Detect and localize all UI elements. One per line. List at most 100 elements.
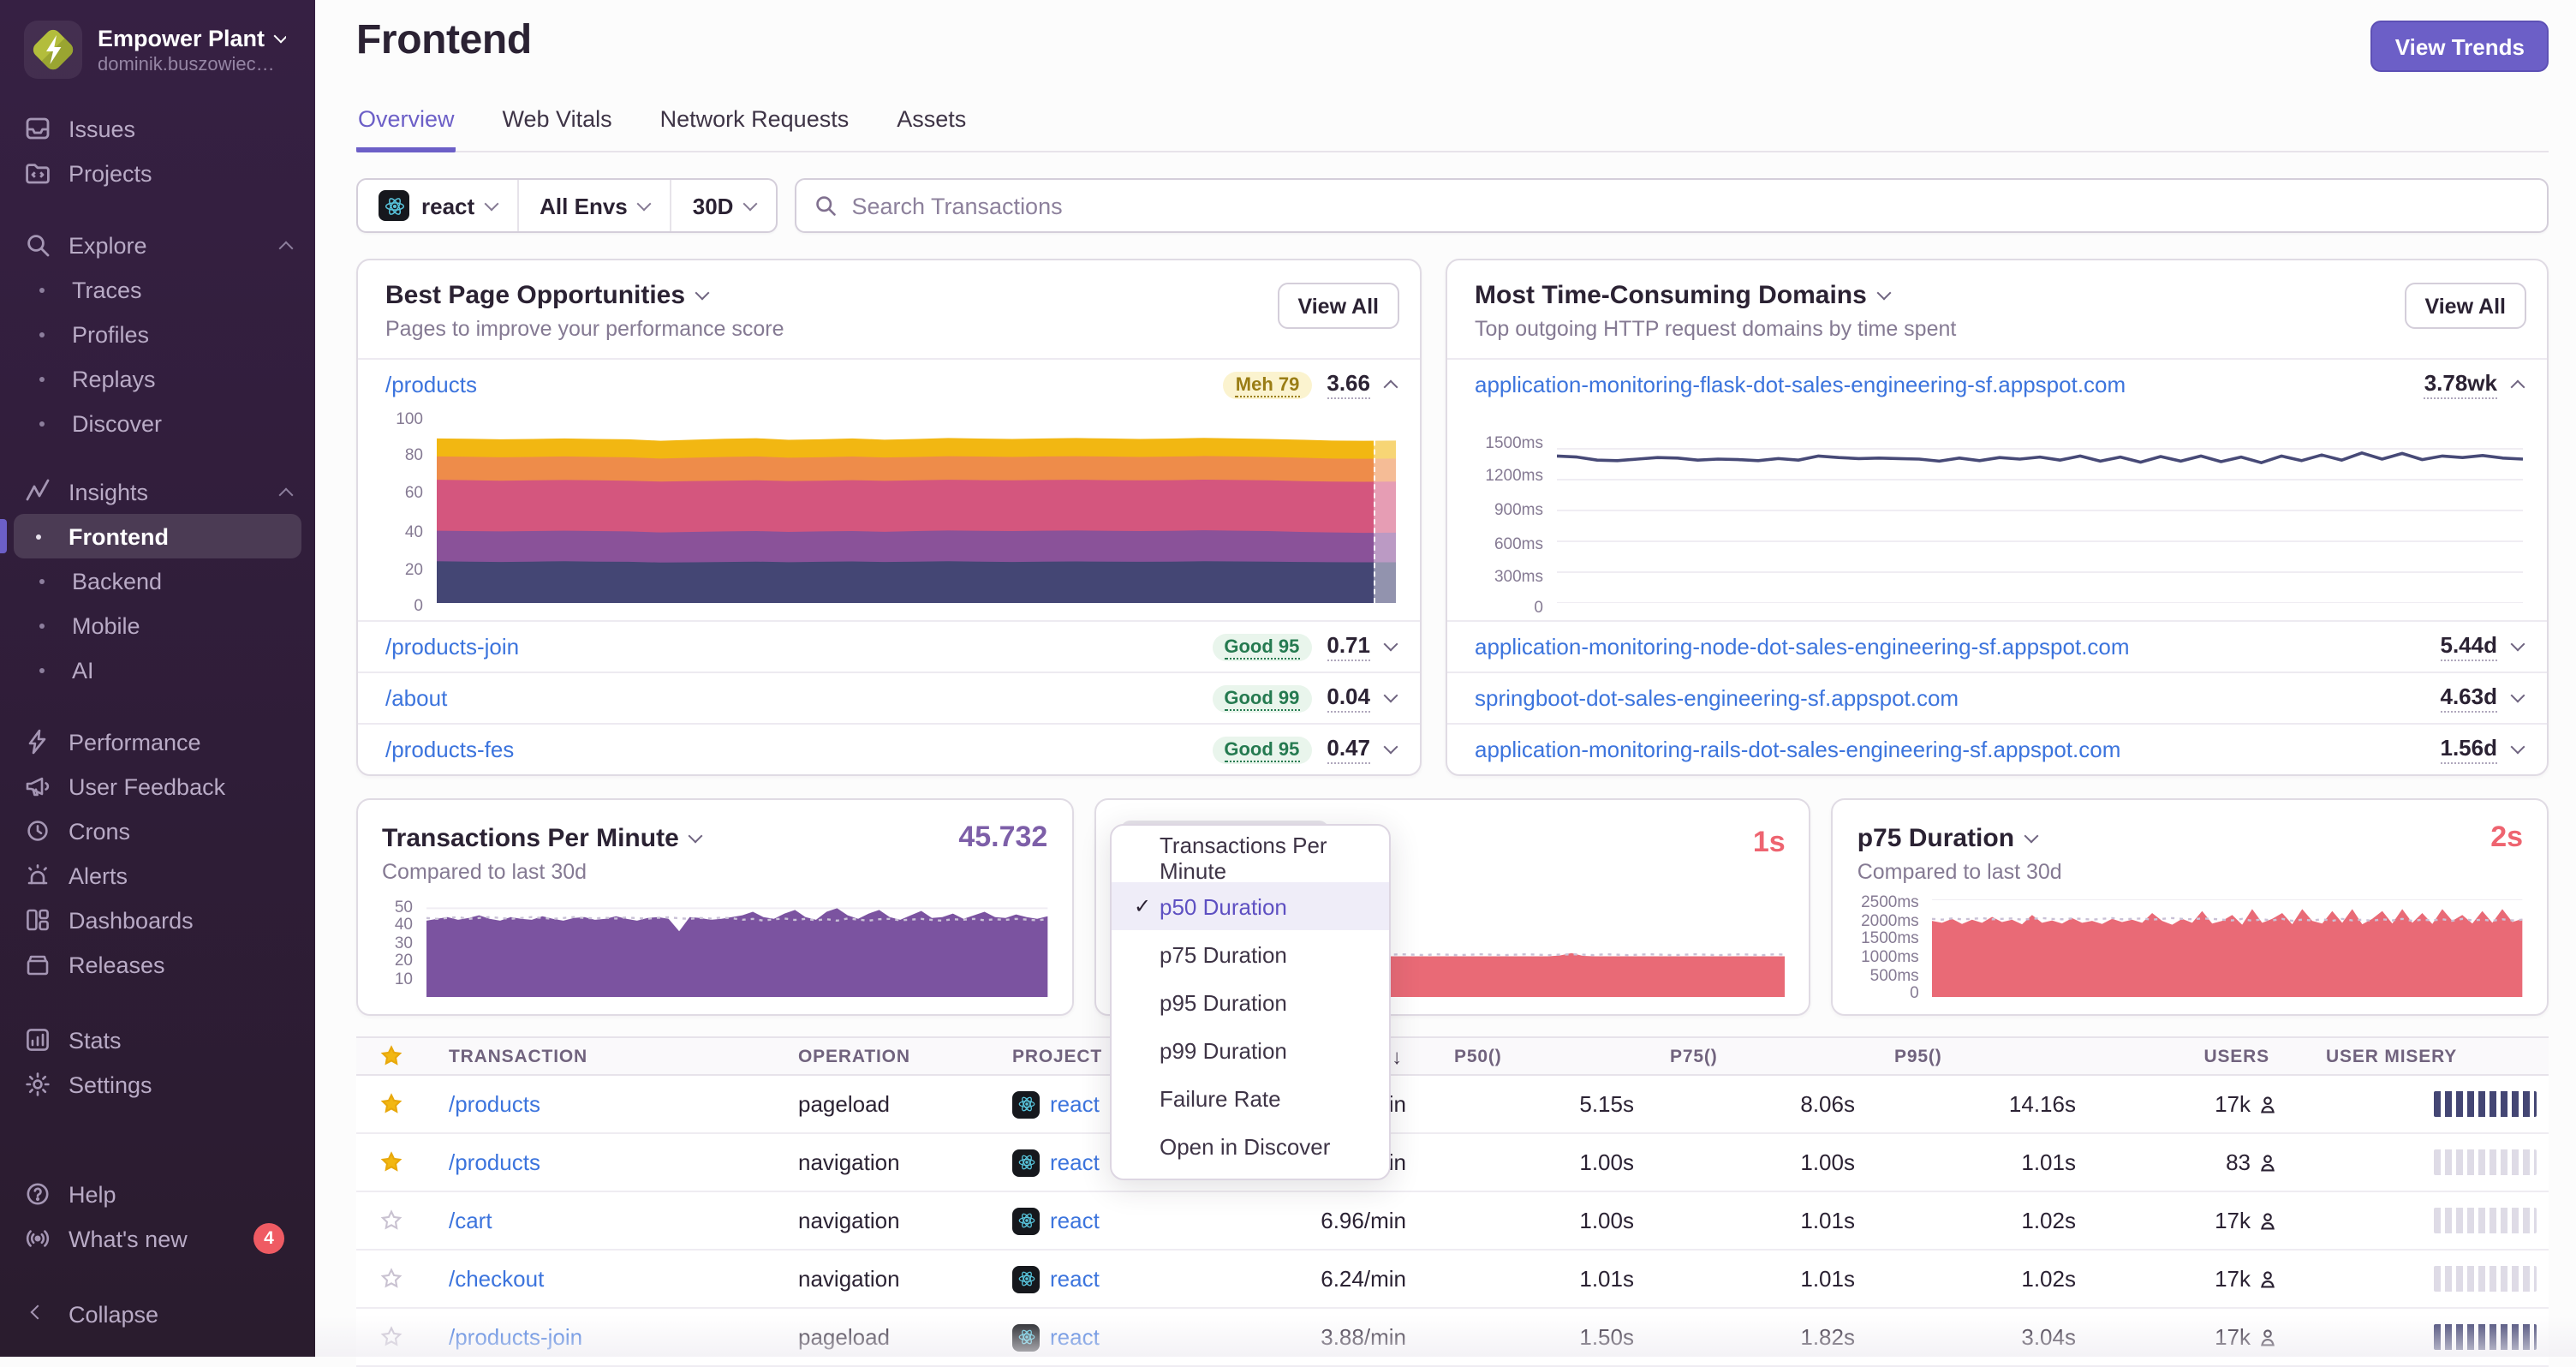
domain-duration-chart[interactable]: 1500ms 1200ms 900ms 600ms 300ms 0 — [1475, 416, 2523, 618]
menu-item-open-in-discover[interactable]: Open in Discover — [1112, 1122, 1389, 1170]
best-pages-title-dropdown[interactable]: Best Page Opportunities — [385, 281, 1392, 310]
sidebar-collapse-button[interactable]: Collapse — [0, 1292, 315, 1336]
search-input[interactable] — [851, 193, 2530, 218]
tab-overview[interactable]: Overview — [356, 99, 456, 152]
project-link[interactable]: react — [1050, 1266, 1100, 1292]
collapse-row-icon[interactable] — [1383, 379, 1398, 395]
project-filter[interactable]: react — [358, 180, 517, 231]
domain-link[interactable]: application-monitoring-rails-dot-sales-e… — [1475, 737, 2120, 762]
sidebar-item-mobile[interactable]: Mobile — [0, 603, 315, 648]
page-row-expanded[interactable]: /products Meh 79 3.66 — [358, 358, 1420, 409]
transaction-link[interactable]: /products — [449, 1149, 540, 1175]
tpm-metric-dropdown[interactable]: Transactions Per Minute — [382, 823, 704, 852]
domain-row-expanded[interactable]: application-monitoring-flask-dot-sales-e… — [1447, 358, 2547, 409]
sidebar-item-help[interactable]: Help — [0, 1172, 315, 1216]
star-toggle[interactable] — [379, 1093, 402, 1115]
sidebar-item-releases[interactable]: Releases — [0, 942, 315, 987]
sidebar-item-backend[interactable]: Backend — [0, 558, 315, 603]
expand-row-icon[interactable] — [1383, 688, 1398, 703]
menu-item-p50[interactable]: ✓ p50 Duration — [1112, 882, 1389, 930]
expand-row-icon[interactable] — [1383, 636, 1398, 652]
domain-link[interactable]: springboot-dot-sales-engineering-sf.apps… — [1475, 685, 1959, 711]
menu-item-p95[interactable]: p95 Duration — [1112, 978, 1389, 1026]
expand-row-icon[interactable] — [2510, 739, 2525, 755]
collapse-row-icon[interactable] — [2510, 379, 2525, 395]
transaction-link[interactable]: /cart — [449, 1208, 492, 1233]
header-transaction[interactable]: TRANSACTION — [425, 1046, 784, 1066]
page-row[interactable]: /products-fes Good 95 0.47 — [358, 723, 1420, 774]
environment-filter[interactable]: All Envs — [517, 180, 671, 231]
header-user-misery[interactable]: USER MISERY — [2292, 1046, 2549, 1066]
tab-assets[interactable]: Assets — [895, 99, 968, 152]
star-toggle[interactable] — [379, 1268, 402, 1290]
sidebar-item-frontend[interactable]: Frontend — [0, 514, 301, 558]
transaction-link[interactable]: /products — [449, 1091, 540, 1117]
sidebar-item-replays[interactable]: Replays — [0, 356, 315, 401]
sidebar-item-user-feedback[interactable]: User Feedback — [0, 764, 315, 809]
sidebar-item-settings[interactable]: Settings — [0, 1062, 315, 1107]
expand-row-icon[interactable] — [1383, 739, 1398, 755]
domains-title-dropdown[interactable]: Most Time-Consuming Domains — [1475, 281, 2519, 310]
table-row[interactable]: /checkout navigation react 6.24/min 1.01s 1.0… — [356, 1251, 2549, 1309]
menu-item-failure-rate[interactable]: Failure Rate — [1112, 1074, 1389, 1122]
tab-web-vitals[interactable]: Web Vitals — [501, 99, 614, 152]
sidebar-item-performance[interactable]: Performance — [0, 719, 315, 764]
view-trends-button[interactable]: View Trends — [2370, 21, 2549, 72]
domain-link[interactable]: application-monitoring-node-dot-sales-en… — [1475, 634, 2130, 660]
star-toggle[interactable] — [379, 1326, 402, 1348]
sidebar-item-dashboards[interactable]: Dashboards — [0, 898, 315, 942]
org-switcher[interactable]: Empower Plant dominik.buszowiec… — [0, 0, 315, 106]
sidebar-item-traces[interactable]: Traces — [0, 267, 315, 312]
project-link[interactable]: react — [1050, 1149, 1100, 1175]
domains-view-all-button[interactable]: View All — [2404, 283, 2526, 329]
header-p75[interactable]: P75() — [1648, 1046, 1869, 1066]
header-operation[interactable]: OPERATION — [784, 1046, 999, 1066]
table-row[interactable]: /products-join pageload react 3.88/min 1.50s… — [356, 1309, 2549, 1367]
domain-row[interactable]: springboot-dot-sales-engineering-sf.apps… — [1447, 672, 2547, 723]
web-vitals-stacked-chart[interactable]: 100 80 60 40 20 0 — [385, 411, 1396, 615]
sidebar-item-whats-new[interactable]: What's new 4 — [0, 1216, 315, 1261]
expand-row-icon[interactable] — [2510, 636, 2525, 652]
header-p95[interactable]: P95() — [1869, 1046, 2090, 1066]
header-users[interactable]: USERS — [2090, 1046, 2292, 1066]
table-row[interactable]: /products navigation react in 1.00s 1.00s 1.01… — [356, 1134, 2549, 1192]
p75-metric-dropdown[interactable]: p75 Duration — [1857, 823, 2039, 852]
domain-row[interactable]: application-monitoring-rails-dot-sales-e… — [1447, 723, 2547, 774]
menu-item-p99[interactable]: p99 Duration — [1112, 1026, 1389, 1074]
star-toggle[interactable] — [379, 1209, 402, 1232]
star-toggle[interactable] — [379, 1151, 402, 1173]
sidebar-section-explore[interactable]: Explore — [0, 223, 315, 267]
project-link[interactable]: react — [1050, 1208, 1100, 1233]
sidebar-item-stats[interactable]: Stats — [0, 1018, 315, 1062]
transaction-link[interactable]: /products-fes — [385, 737, 514, 762]
header-p50[interactable]: P50() — [1420, 1046, 1648, 1066]
page-row[interactable]: /products-join Good 95 0.71 — [358, 620, 1420, 672]
sidebar-item-issues[interactable]: Issues — [0, 106, 315, 151]
menu-item-p75[interactable]: p75 Duration — [1112, 930, 1389, 978]
transaction-link[interactable]: /products-join — [385, 634, 519, 660]
sidebar-item-profiles[interactable]: Profiles — [0, 312, 315, 356]
p75-chart[interactable]: 2500ms 2000ms 1500ms 1000ms 500ms 0 — [1857, 894, 2524, 1004]
transaction-link[interactable]: /products-join — [449, 1324, 582, 1350]
sidebar-section-insights[interactable]: Insights — [0, 469, 315, 514]
best-pages-view-all-button[interactable]: View All — [1277, 283, 1399, 329]
sidebar-item-discover[interactable]: Discover — [0, 401, 315, 445]
sidebar-item-crons[interactable]: Crons — [0, 809, 315, 853]
domain-row[interactable]: application-monitoring-node-dot-sales-en… — [1447, 620, 2547, 672]
sidebar-item-ai[interactable]: AI — [0, 648, 315, 692]
transaction-link[interactable]: /products — [385, 372, 477, 397]
sidebar-item-projects[interactable]: Projects — [0, 151, 315, 195]
date-range-filter[interactable]: 30D — [670, 180, 777, 231]
star-column-icon[interactable] — [379, 1045, 402, 1067]
transaction-link[interactable]: /checkout — [449, 1266, 544, 1292]
tab-network-requests[interactable]: Network Requests — [659, 99, 851, 152]
expand-row-icon[interactable] — [2510, 688, 2525, 703]
project-link[interactable]: react — [1050, 1324, 1100, 1350]
sidebar-item-alerts[interactable]: Alerts — [0, 853, 315, 898]
menu-item-tpm[interactable]: Transactions Per Minute — [1112, 833, 1389, 884]
table-row[interactable]: /products pageload react in 5.15s 8.06s 14.16s… — [356, 1076, 2549, 1134]
table-row[interactable]: /cart navigation react 6.96/min 1.00s 1.01s 1.… — [356, 1192, 2549, 1251]
page-row[interactable]: /about Good 99 0.04 — [358, 672, 1420, 723]
project-link[interactable]: react — [1050, 1091, 1100, 1117]
tpm-chart[interactable]: 50 40 30 20 10 — [382, 898, 1048, 997]
